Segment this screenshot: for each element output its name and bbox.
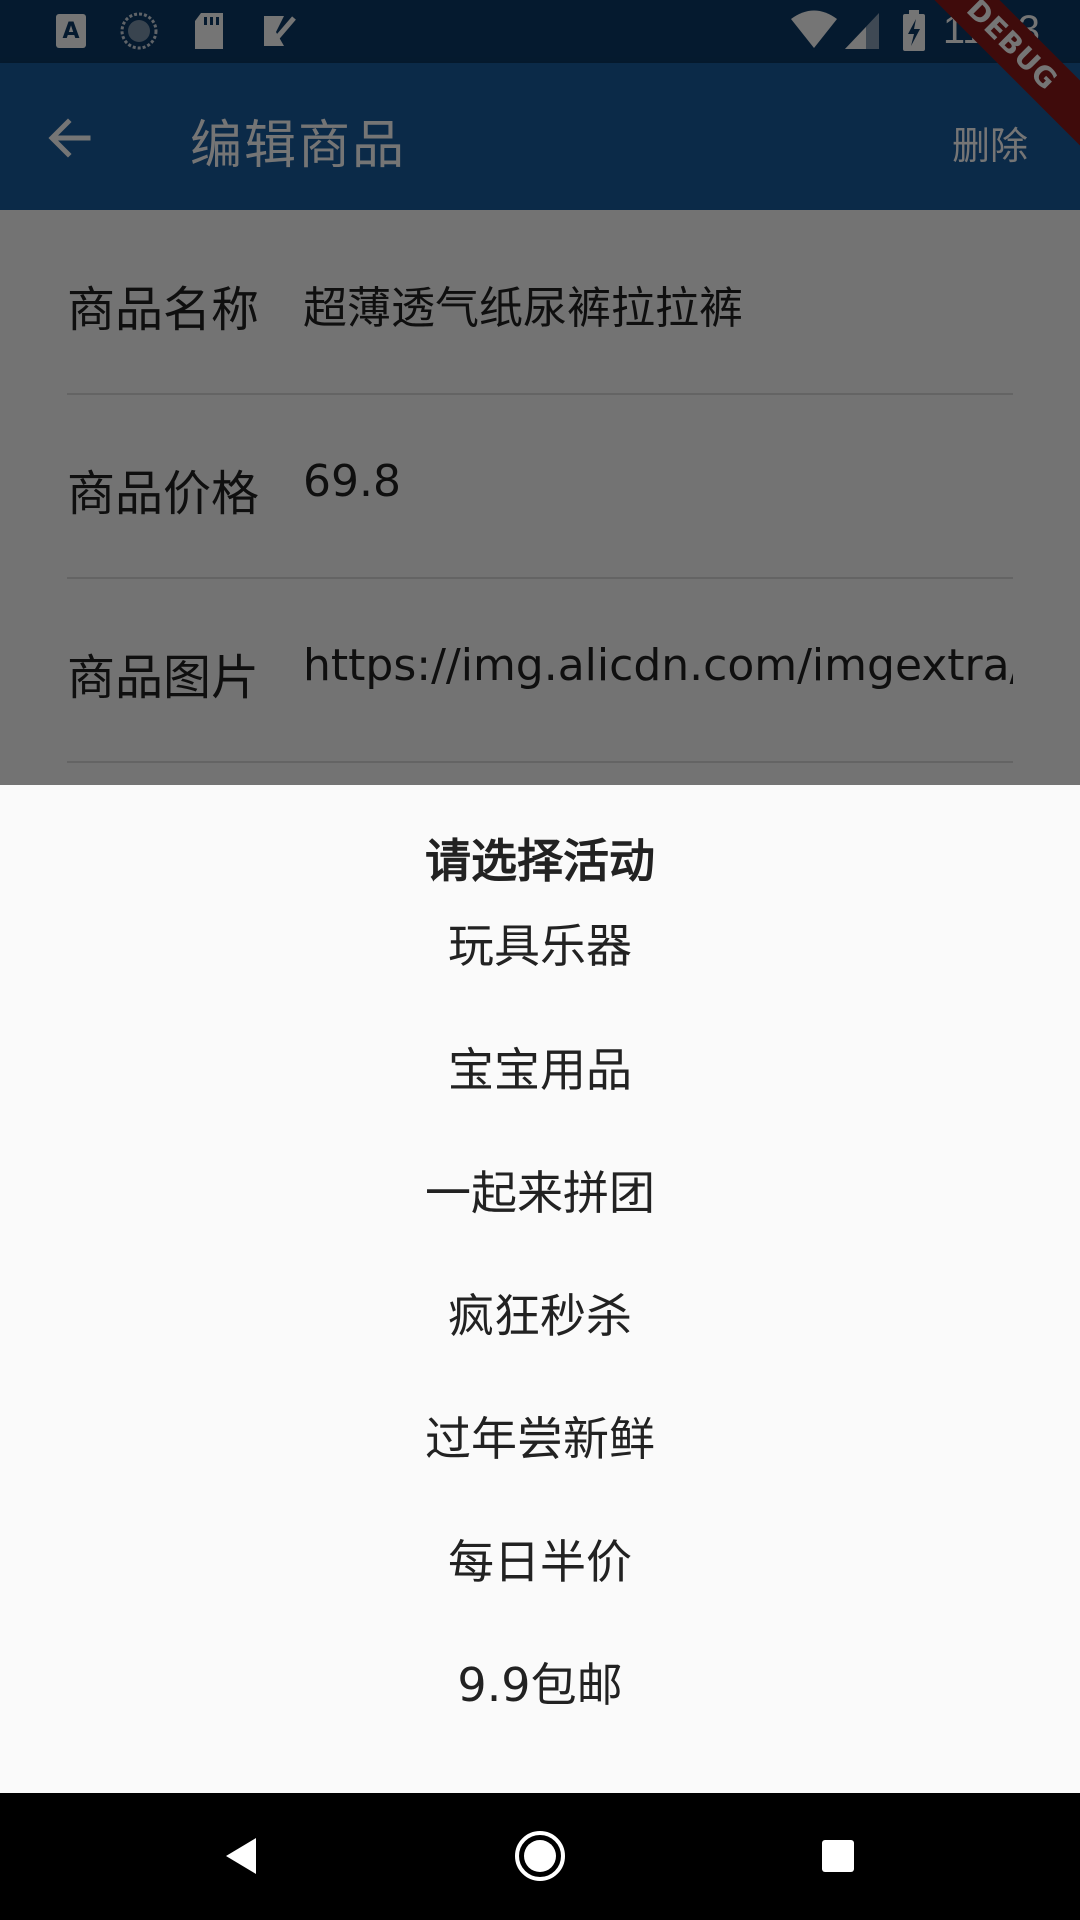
battery-charging-icon: [903, 10, 925, 51]
wifi-icon: [791, 10, 837, 48]
app-bar: 编辑商品 删除: [0, 63, 1080, 210]
activity-option-flash-sale[interactable]: 疯狂秒杀: [0, 1261, 1080, 1371]
page-title: 编辑商品: [190, 116, 407, 176]
svg-text:A: A: [62, 19, 79, 44]
nav-recents-icon[interactable]: [805, 1823, 871, 1889]
image-url-field[interactable]: https://img.alicdn.com/imgextra/i: [303, 640, 1013, 691]
nav-home-icon[interactable]: [507, 1823, 573, 1889]
image-label: 商品图片: [67, 650, 260, 706]
nav-back-icon[interactable]: [210, 1823, 276, 1889]
name-label: 商品名称: [67, 282, 260, 338]
form-row-name[interactable]: 商品名称 超薄透气纸尿裤拉拉裤: [67, 210, 1013, 395]
form-row-image[interactable]: 商品图片 https://img.alicdn.com/imgextra/i: [67, 578, 1013, 763]
task-check-icon: [264, 16, 296, 46]
keyboard-a-icon: A: [56, 14, 86, 48]
sd-card-icon: [195, 13, 223, 49]
activity-option-free-shipping[interactable]: 9.9包邮: [0, 1630, 1080, 1740]
cellular-signal-icon: [845, 13, 879, 49]
form-row-price[interactable]: 商品价格 69.8: [67, 394, 1013, 579]
system-nav-bar: [0, 1793, 1080, 1920]
name-field[interactable]: 超薄透气纸尿裤拉拉裤: [303, 272, 743, 336]
delete-button[interactable]: 删除: [952, 115, 1028, 170]
activity-option-toys[interactable]: 玩具乐器: [0, 891, 1080, 1001]
back-arrow-icon[interactable]: [40, 108, 100, 168]
status-bar: A 11:43: [0, 0, 1080, 63]
activity-option-baby[interactable]: 宝宝用品: [0, 1015, 1080, 1125]
price-label: 商品价格: [67, 466, 260, 522]
price-field[interactable]: 69.8: [303, 456, 401, 507]
activity-option-new-year[interactable]: 过年尝新鲜: [0, 1384, 1080, 1494]
activity-option-group-buy[interactable]: 一起来拼团: [0, 1138, 1080, 1248]
sync-circle-icon: [120, 12, 158, 50]
product-form: 商品名称 超薄透气纸尿裤拉拉裤 商品价格 69.8 商品图片 https://i…: [0, 210, 1080, 785]
activity-option-half-price[interactable]: 每日半价: [0, 1507, 1080, 1617]
activity-bottom-sheet: 请选择活动 玩具乐器 宝宝用品 一起来拼团 疯狂秒杀 过年尝新鲜 每日半价 9.…: [0, 785, 1080, 1793]
sheet-title: 请选择活动: [425, 834, 655, 888]
